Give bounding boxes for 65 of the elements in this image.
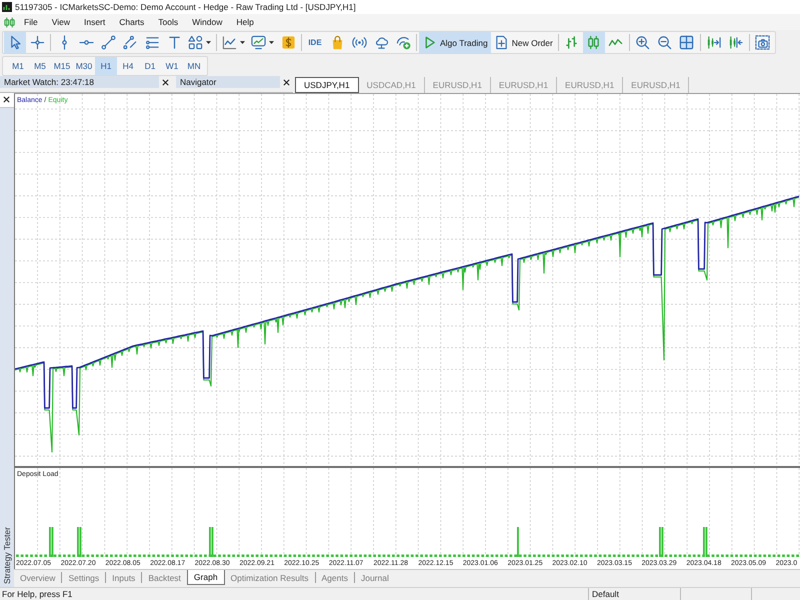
parallel-lines-icon — [122, 35, 138, 50]
panel-title: Market Watch: 23:47:18 — [0, 76, 159, 88]
cloud-icon — [374, 35, 388, 50]
toolbar-button[interactable] — [582, 32, 605, 53]
timeframe-button[interactable]: W1 — [161, 56, 183, 74]
horizontal-lines-icon — [144, 35, 160, 50]
app-icon — [2, 2, 12, 12]
tester-tab[interactable]: Settings — [62, 570, 106, 585]
caret-icon — [206, 40, 211, 44]
timeframe-button[interactable]: H1 — [95, 56, 117, 74]
tester-tab[interactable]: Graph — [186, 570, 225, 585]
zoom-out-icon — [657, 35, 672, 50]
toolbar-button[interactable]: New Order — [490, 32, 556, 53]
document-plus-icon — [494, 35, 509, 50]
crosshair-icon — [30, 35, 44, 50]
close-icon[interactable] — [162, 78, 169, 86]
line-chart-frame-icon — [222, 35, 237, 50]
zoom-in-icon — [635, 35, 650, 50]
candles-arrow-right-icon — [706, 35, 722, 50]
menu-item[interactable]: File — [17, 15, 45, 29]
dollar-icon — [280, 35, 296, 50]
status-text: Default — [592, 589, 619, 599]
menu-item[interactable]: Window — [185, 15, 230, 29]
status-text: For Help, press F1 — [2, 589, 72, 599]
timeframe-button[interactable]: M1 — [7, 56, 29, 74]
shapes-icon — [188, 35, 203, 50]
camera-icon — [755, 35, 770, 50]
wifi-plus-icon — [396, 35, 410, 50]
menu-item[interactable]: View — [44, 15, 77, 29]
menu-item[interactable]: Tools — [151, 15, 186, 29]
toolbar-button[interactable]: IDE — [304, 32, 326, 53]
panel-title: Navigator — [176, 76, 280, 88]
chart-tab[interactable]: USDJPY,H1 — [295, 77, 359, 93]
chart-window-icon — [251, 35, 266, 50]
menu-item[interactable]: Help — [229, 15, 261, 29]
bar-chart-icon — [564, 35, 580, 50]
tester-tab[interactable]: Inputs — [106, 570, 142, 585]
timeframe-button[interactable]: M15 — [51, 56, 73, 74]
toolbar-button[interactable]: Algo Trading — [419, 32, 491, 53]
caret-icon — [240, 40, 245, 44]
timeframe-button[interactable]: MN — [183, 56, 205, 74]
timeframe-button[interactable]: M5 — [29, 56, 51, 74]
window-title: 51197305 - ICMarketsSC-Demo: Demo Account - Hedge - Raw Trading Ltd - [USDJPY,H1] — [15, 2, 356, 12]
candles-arrow-left-icon — [728, 35, 744, 50]
tester-tab[interactable]: Overview — [14, 570, 62, 585]
side-panel-title[interactable]: Strategy Tester — [2, 526, 12, 584]
toolbar-button[interactable] — [4, 32, 26, 53]
trend-line-icon — [100, 35, 116, 50]
text-tool-icon — [166, 35, 182, 50]
timeframe-button[interactable]: H4 — [117, 56, 139, 74]
menu-item[interactable]: Insert — [76, 15, 112, 29]
tester-tab[interactable]: Agents — [316, 570, 354, 585]
close-icon[interactable] — [3, 96, 10, 103]
grid-icon — [679, 35, 694, 50]
tester-tab[interactable]: Backtest — [142, 570, 187, 585]
candles-logo-icon — [3, 16, 16, 28]
tester-tab[interactable]: Journal — [354, 570, 395, 585]
close-icon[interactable] — [283, 78, 290, 86]
radio-waves-icon — [352, 35, 366, 50]
menu-item[interactable]: Charts — [112, 15, 152, 29]
candlestick-icon — [586, 35, 602, 50]
timeframe-button[interactable]: M30 — [73, 56, 95, 74]
caret-icon — [269, 40, 274, 44]
tester-tab[interactable]: Optimization Results — [224, 570, 314, 585]
timeframe-button[interactable]: D1 — [139, 56, 161, 74]
